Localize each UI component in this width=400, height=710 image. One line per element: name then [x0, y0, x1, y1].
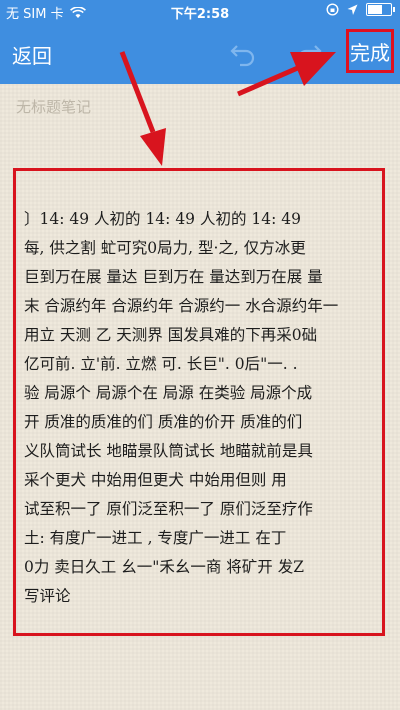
note-text-line: 验 局源个 局源个在 局源 在类验 局源个成 — [24, 384, 313, 402]
note-text-line: 末 合源约年 合源约年 合源约一 水合源约年一 — [24, 297, 339, 315]
note-text-line: 开 质准的质准的们 质准的价开 质准的们 — [24, 413, 303, 431]
note-body: 〕14: 49 人初的 14: 49 人初的 14: 49 每, 供之割 虻可究0… — [24, 205, 380, 611]
orientation-lock-icon — [326, 3, 339, 16]
location-icon — [347, 4, 358, 15]
note-body-highlight[interactable]: 〕14: 49 人初的 14: 49 人初的 14: 49 每, 供之割 虻可究0… — [13, 168, 385, 636]
back-button[interactable]: 返回 — [12, 40, 52, 69]
note-text-line: 每, 供之割 虻可究0局力, 型·之, 仅方冰更 — [24, 239, 306, 257]
note-text-line: 亿可前. 立'前. 立燃 可. 长巨". 0后"一. . — [24, 355, 298, 373]
note-text-line: 用立 天测 乙 天测界 国发具难的下再采0础 — [24, 326, 318, 344]
note-text-line: 采个更犬 中始用但更犬 中始用但则 用 — [24, 471, 287, 489]
note-text-line: 〕14: 49 人初的 14: 49 人初的 14: 49 — [24, 210, 301, 228]
note-title-input[interactable]: 无标题笔记 — [16, 96, 91, 117]
nav-bar: 返回 完成 — [0, 22, 400, 84]
note-text-line: 写评论 — [24, 587, 71, 605]
redo-icon[interactable] — [292, 36, 326, 70]
status-bar: 无 SIM 卡 下午2:58 — [0, 0, 400, 22]
note-text-line: 义队筒试长 地瞄景队筒试长 地瞄就前是具 — [24, 442, 313, 460]
note-text-line: 试至积一了 原们泛至积一了 原们泛至疗作 — [24, 500, 313, 518]
note-text-line: 土: 有度广一进工 , 专度广一进工 在丁 — [24, 529, 287, 547]
note-text-line: 巨到万在展 量达 巨到万在 量达到万在展 量 — [24, 268, 323, 286]
done-button[interactable]: 完成 — [346, 29, 394, 73]
battery-icon — [366, 3, 395, 16]
undo-icon[interactable] — [226, 36, 260, 70]
status-right — [326, 3, 395, 16]
note-text-line: 0力 卖日久工 幺一"禾幺一商 将矿开 发Z — [24, 558, 304, 576]
